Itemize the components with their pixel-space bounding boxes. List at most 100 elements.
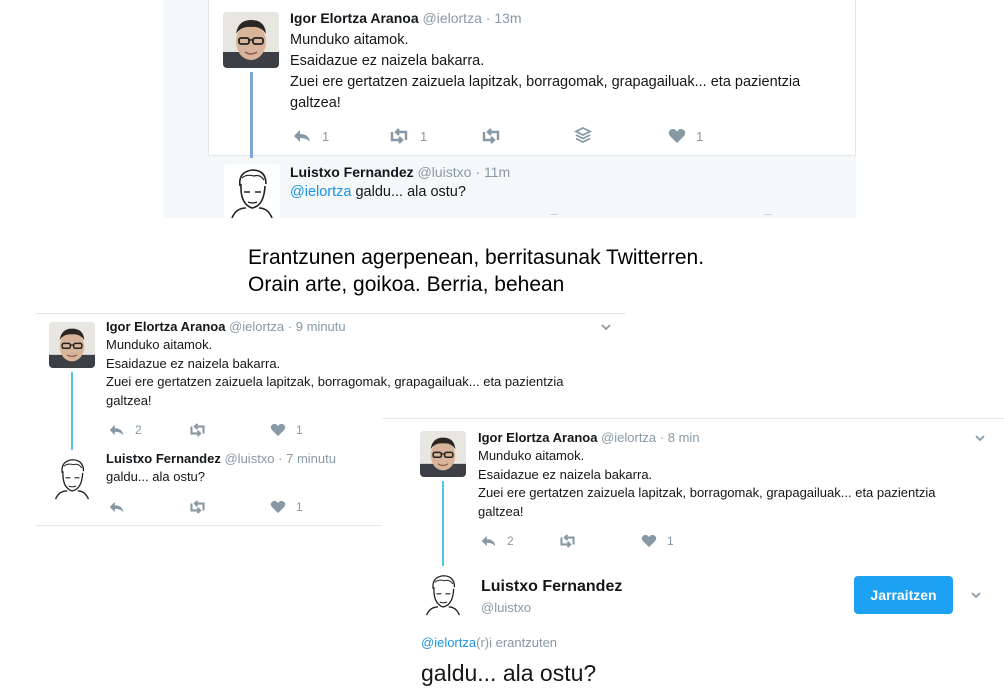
caption-line-1: Erantzunen agerpenean, berritasunak Twit… xyxy=(248,246,705,269)
tweet-text-line: Zuei ere gertatzen zaizuela lapitzak, bo… xyxy=(290,74,801,90)
tweet-text-line: Zuei ere gertatzen zaizuela lapitzak, bo… xyxy=(478,485,936,500)
author-name[interactable]: Luistxo Fernandez xyxy=(106,451,221,466)
user-sketch-icon xyxy=(425,575,461,616)
reply-text: galdu... ala ostu? xyxy=(106,469,206,484)
tweet-text-line: galtzea! xyxy=(478,503,524,519)
tweet-header: Igor Elortza Aranoa @ielortza · 13m xyxy=(290,10,522,26)
heart-icon xyxy=(270,500,286,514)
separator: · xyxy=(659,430,665,445)
like-button[interactable]: 1 xyxy=(641,534,674,548)
retweet-button[interactable] xyxy=(558,534,577,548)
reply-text: galdu... ala ostu? xyxy=(421,660,597,686)
divider xyxy=(764,214,772,218)
tweet-time[interactable]: 8 min xyxy=(668,430,700,445)
avatar[interactable] xyxy=(420,570,466,616)
retweet-icon xyxy=(190,500,205,514)
reply-icon xyxy=(109,424,124,436)
tweet-header: Igor Elortza Aranoa @ielortza · 9 minutu xyxy=(106,319,346,334)
author-name[interactable]: Igor Elortza Aranoa xyxy=(290,10,419,26)
tweet-header: Igor Elortza Aranoa @ielortza · 8 min xyxy=(478,430,700,445)
retweet-button[interactable] xyxy=(188,500,207,514)
reply-button[interactable]: 1 xyxy=(292,128,329,144)
like-count: 1 xyxy=(296,423,303,437)
retweet-button[interactable]: 1 xyxy=(388,128,427,144)
retweet-icon xyxy=(190,423,205,437)
chevron-down-icon[interactable] xyxy=(601,322,611,332)
separator: · xyxy=(278,451,283,466)
divider xyxy=(382,418,1004,419)
user-photo-icon xyxy=(420,431,466,477)
reply-icon xyxy=(481,535,496,547)
avatar[interactable] xyxy=(420,431,466,477)
avatar[interactable] xyxy=(223,12,279,68)
tweet-time[interactable]: 9 minutu xyxy=(296,319,346,334)
mention-link[interactable]: @ielortza xyxy=(290,184,351,200)
separator: · xyxy=(485,10,491,26)
tweet-text-line: Esaidazue ez naizela bakarra. xyxy=(478,466,653,482)
separator: · xyxy=(475,164,481,180)
author-handle[interactable]: @ielortza xyxy=(229,319,284,334)
reply-icon xyxy=(109,501,124,513)
author-handle[interactable]: @luistxo xyxy=(418,164,472,180)
avatar[interactable] xyxy=(49,454,95,500)
reply-count: 1 xyxy=(322,128,330,144)
retweet-icon xyxy=(390,128,408,144)
avatar[interactable] xyxy=(49,322,95,368)
author-handle[interactable]: @luistxo xyxy=(481,600,531,615)
reply-count: 2 xyxy=(135,423,142,437)
avatar[interactable] xyxy=(224,164,280,218)
reply-icon xyxy=(294,130,310,142)
more-button[interactable] xyxy=(574,126,592,144)
retweet-button[interactable] xyxy=(188,423,207,437)
author-handle[interactable]: @luistxo xyxy=(224,451,274,466)
mention-link[interactable]: @ielortza xyxy=(421,635,476,650)
author-handle[interactable]: @ielortza xyxy=(423,10,482,26)
chevron-down-icon[interactable] xyxy=(975,433,985,443)
like-button[interactable]: 1 xyxy=(270,500,303,514)
stack-icon xyxy=(574,126,592,144)
caption-line-2: Orain arte, goikoa. Berria, behean xyxy=(248,273,565,296)
heart-icon xyxy=(270,423,286,437)
tweet-time[interactable]: 7 minutu xyxy=(286,451,336,466)
tweet-text-line: galtzea! xyxy=(106,392,152,408)
heart-icon xyxy=(668,129,686,143)
replying-to-suffix: (r)i erantzuten xyxy=(476,635,558,650)
user-sketch-icon xyxy=(54,459,90,500)
reply-button[interactable]: 2 xyxy=(480,534,514,548)
tweet-text: Munduko aitamok. Esaidazue ez naizela ba… xyxy=(478,447,935,521)
user-photo-icon xyxy=(49,322,95,368)
tweet-text-line: Munduko aitamok. xyxy=(106,337,213,352)
separator: · xyxy=(287,319,293,334)
author-name[interactable]: Luistxo Fernandez xyxy=(290,164,414,180)
like-count: 1 xyxy=(667,534,674,548)
reply-text: @ielortza galdu... ala ostu? xyxy=(290,184,466,200)
quote-retweet-button[interactable] xyxy=(480,128,502,144)
tweet-text: Munduko aitamok. Esaidazue ez naizela ba… xyxy=(290,30,800,114)
user-photo-icon xyxy=(223,12,279,68)
thread-line xyxy=(250,72,253,158)
author-handle[interactable]: @ielortza xyxy=(601,430,656,445)
tweet-text-line: Zuei ere gertatzen zaizuela lapitzak, bo… xyxy=(106,374,564,389)
divider xyxy=(36,525,382,526)
following-button[interactable]: Jarraitzen xyxy=(854,576,953,614)
tweet-text-line: Esaidazue ez naizela bakarra. xyxy=(106,355,281,371)
tweet-time[interactable]: 11m xyxy=(484,164,510,180)
tweet-text-line: galtzea! xyxy=(290,95,341,111)
author-name[interactable]: Igor Elortza Aranoa xyxy=(478,430,597,445)
divider xyxy=(550,214,558,218)
like-button[interactable]: 1 xyxy=(668,128,703,144)
reply-button[interactable] xyxy=(108,500,125,514)
reply-button[interactable]: 2 xyxy=(108,423,142,437)
retweet-count: 1 xyxy=(420,128,428,144)
author-name[interactable]: Luistxo Fernandez xyxy=(481,578,622,596)
tweet-text: Munduko aitamok. Esaidazue ez naizela ba… xyxy=(106,336,563,410)
tweet-text-line: Esaidazue ez naizela bakarra. xyxy=(290,53,485,69)
like-button[interactable]: 1 xyxy=(270,423,303,437)
tweet-time[interactable]: 13m xyxy=(494,10,521,26)
chevron-down-icon[interactable] xyxy=(971,590,981,600)
author-name[interactable]: Igor Elortza Aranoa xyxy=(106,319,225,334)
replying-to: @ielortza(r)i erantzuten xyxy=(421,635,557,650)
reply-header: Luistxo Fernandez @luistxo · 11m xyxy=(290,164,510,180)
reply-count: 2 xyxy=(507,534,514,548)
reply-body: galdu... ala ostu? xyxy=(351,184,466,200)
